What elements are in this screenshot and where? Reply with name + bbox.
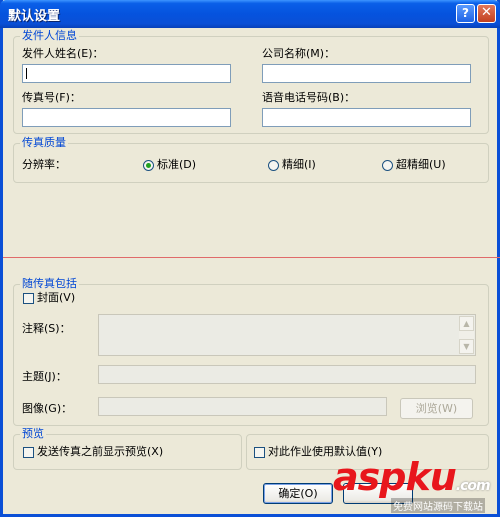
preview-title: 预览 [20, 427, 46, 441]
fax-quality-title: 传真质量 [20, 136, 68, 150]
watermark-suffix: .com [455, 478, 491, 494]
include-title: 随传真包括 [20, 277, 79, 291]
radio-standard[interactable] [143, 160, 154, 171]
scroll-up-icon[interactable]: ▲ [459, 316, 474, 331]
use-defaults-checkbox[interactable] [254, 447, 265, 458]
cover-page-label[interactable]: 封面(V) [37, 291, 75, 305]
radio-superfine-label[interactable]: 超精细(U) [396, 158, 446, 172]
title-bar[interactable]: 默认设置 ? ✕ [0, 0, 500, 28]
note-scrollbar[interactable]: ▲ ▼ [459, 316, 474, 354]
subject-label: 主题(J)： [22, 370, 67, 383]
radio-fine[interactable] [268, 160, 279, 171]
window-title: 默认设置 [8, 9, 61, 24]
show-preview-label[interactable]: 发送传真之前显示预览(X) [37, 445, 163, 459]
cover-page-checkbox[interactable] [23, 293, 34, 304]
watermark-brand: aspku [333, 455, 457, 499]
company-name-label: 公司名称(M)： [262, 47, 336, 60]
radio-fine-label[interactable]: 精细(I) [282, 158, 316, 172]
sender-name-input[interactable] [22, 64, 231, 83]
voice-phone-label: 语音电话号码(B)： [262, 91, 356, 104]
show-preview-checkbox[interactable] [23, 447, 34, 458]
radio-standard-label[interactable]: 标准(D) [157, 158, 196, 172]
subject-input[interactable] [98, 365, 476, 384]
company-name-input[interactable] [262, 64, 471, 83]
browse-button[interactable]: 浏览(W) [400, 398, 473, 419]
radio-superfine[interactable] [382, 160, 393, 171]
text-caret [26, 68, 27, 79]
note-label: 注释(S)： [22, 322, 71, 335]
ok-button[interactable]: 确定(O) [263, 483, 333, 504]
sender-name-label: 发件人姓名(E)： [22, 47, 104, 60]
help-button[interactable]: ? [456, 4, 475, 23]
fax-number-input[interactable] [22, 108, 231, 127]
divider-line [3, 257, 500, 258]
watermark-logo-text: aspku.com [333, 455, 491, 499]
sender-info-title: 发件人信息 [20, 29, 79, 43]
voice-phone-input[interactable] [262, 108, 471, 127]
note-textarea[interactable]: ▲ ▼ [98, 314, 476, 356]
resolution-label: 分辨率： [22, 158, 66, 171]
image-label: 图像(G)： [22, 402, 73, 415]
image-path-input[interactable] [98, 397, 387, 416]
watermark-logo: aspku.com 免费网站源码下载站 [333, 455, 500, 515]
watermark-subtitle: 免费网站源码下载站 [391, 498, 485, 513]
scroll-down-icon[interactable]: ▼ [459, 339, 474, 354]
close-button[interactable]: ✕ [477, 4, 496, 23]
fax-number-label: 传真号(F)： [22, 91, 81, 104]
default-settings-dialog: 默认设置 ? ✕ 发件人信息 发件人姓名(E)： 公司名称(M)： 传真号(F)… [0, 0, 500, 517]
